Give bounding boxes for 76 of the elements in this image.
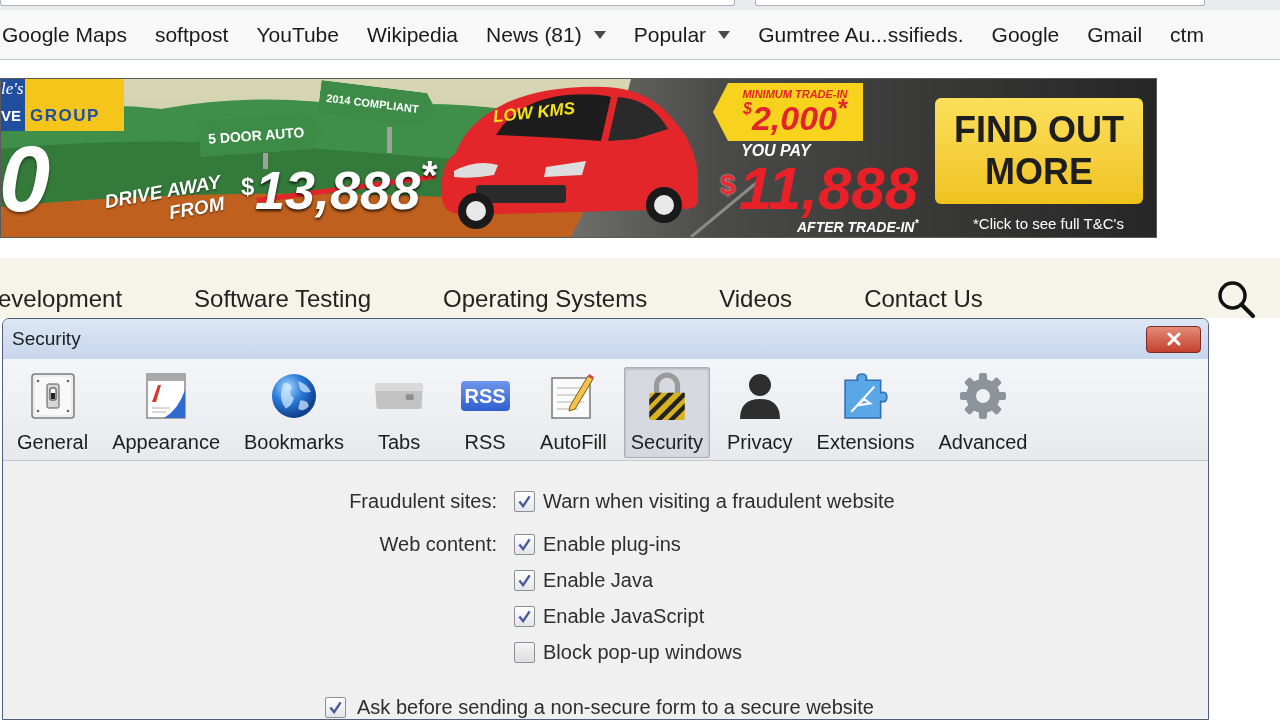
tab-icon (375, 383, 424, 409)
toolbar-tab[interactable]: AutoFill (533, 367, 614, 458)
bookmark-link[interactable]: softpost (154, 21, 229, 48)
check-icon (518, 573, 531, 587)
option-label: Enable Java (543, 568, 654, 592)
rss-badge: RSS (460, 381, 510, 411)
bookmark-link[interactable]: Wikipedia (367, 21, 459, 48)
bookmark-link[interactable]: YouTube (256, 21, 339, 48)
bookmark-link[interactable]: Gumtree Au...ssifieds. (758, 21, 964, 48)
currency-symbol: $ (743, 100, 752, 117)
check-icon (329, 700, 342, 714)
nav-link[interactable]: Operating Systems (443, 284, 648, 314)
nav-link[interactable]: Contact Us (864, 284, 983, 314)
check-icon (518, 494, 531, 508)
gear-icon (959, 373, 1006, 419)
close-icon (1166, 332, 1181, 346)
checkbox[interactable] (514, 533, 535, 555)
bookmark-link[interactable]: Google (991, 21, 1060, 48)
option-label: Warn when visiting a fraudulent website (543, 489, 895, 513)
sale-price: 11,888 (739, 159, 919, 219)
bookmark-link[interactable]: Google Maps (2, 21, 127, 48)
ad-text: AFTER TRADE-IN$^{*}$ (797, 219, 919, 235)
find-out-more-button[interactable]: FIND OUT MORE (935, 98, 1143, 204)
toolbar-tab[interactable]: General (10, 367, 96, 458)
search-icon[interactable] (1217, 280, 1255, 318)
currency-symbol: $ (241, 175, 255, 199)
toolbar-tab[interactable]: Appearance (105, 367, 228, 458)
logo-text: GROUP (30, 107, 100, 124)
checkbox[interactable] (325, 696, 346, 718)
bookmark-link[interactable]: Gmail (1087, 21, 1143, 48)
logo-text: VE (1, 107, 22, 124)
trade-in-label: MINIMUM TRADE-IN (742, 88, 848, 100)
terms-link[interactable]: *Click to see full T&C's (973, 215, 1124, 233)
document-icon (146, 373, 187, 419)
checkbox[interactable] (514, 641, 535, 663)
ad-text: YOU PAY (741, 143, 811, 159)
option-label: Enable plug-ins (543, 532, 681, 556)
window-title: Security (12, 327, 81, 351)
checkbox[interactable] (514, 569, 535, 591)
windshield-text: LOW KMS (492, 98, 576, 128)
bookmark-folder[interactable]: Popular (633, 21, 731, 48)
nav-link[interactable]: Software Testing (194, 284, 372, 314)
caret-icon (593, 30, 606, 39)
globe-icon (272, 374, 317, 418)
toolbar-tab[interactable]: Extensions (809, 367, 922, 458)
setting-label: Web content: (378, 532, 497, 557)
checkbox[interactable] (514, 605, 535, 627)
check-icon (518, 537, 531, 551)
option-label: Enable JavaScript (543, 604, 705, 628)
currency-symbol: $ (720, 171, 736, 199)
checkbox[interactable] (514, 490, 535, 512)
toolbar-tab[interactable]: Security (623, 367, 710, 458)
search-field[interactable] (755, 0, 1205, 6)
close-button[interactable] (1146, 325, 1201, 353)
option-label: Block pop-up windows (543, 640, 742, 664)
person-silhouette-icon (739, 373, 780, 419)
bookmark-folder[interactable]: News (81) (486, 21, 606, 48)
ad-headline: 0 (0, 133, 51, 225)
notepad-pencil-icon (551, 373, 596, 419)
check-icon (518, 609, 531, 623)
setting-label: Fraudulent sites: (348, 489, 497, 514)
puzzle-piece-icon (843, 373, 888, 419)
toolbar-tab[interactable]: RSS RSS (447, 367, 524, 458)
toolbar-tab[interactable]: Advanced (931, 367, 1035, 458)
trade-in-price: 2,000$^{*}$ (751, 100, 847, 136)
bookmark-link[interactable]: ctm (1170, 21, 1204, 48)
padlock-icon (648, 372, 685, 420)
logo-text: le's (1, 79, 25, 99)
nav-link[interactable]: Videos (719, 284, 793, 314)
caret-icon (718, 30, 731, 39)
toolbar-tab[interactable]: Bookmarks (237, 367, 352, 458)
toolbar-tab[interactable]: Tabs (361, 367, 438, 458)
option-label: Ask before sending a non-secure form to a secure website (357, 695, 874, 719)
light-switch-icon (30, 373, 75, 419)
toolbar-tab[interactable]: Privacy (720, 367, 800, 458)
address-field[interactable] (0, 0, 735, 6)
